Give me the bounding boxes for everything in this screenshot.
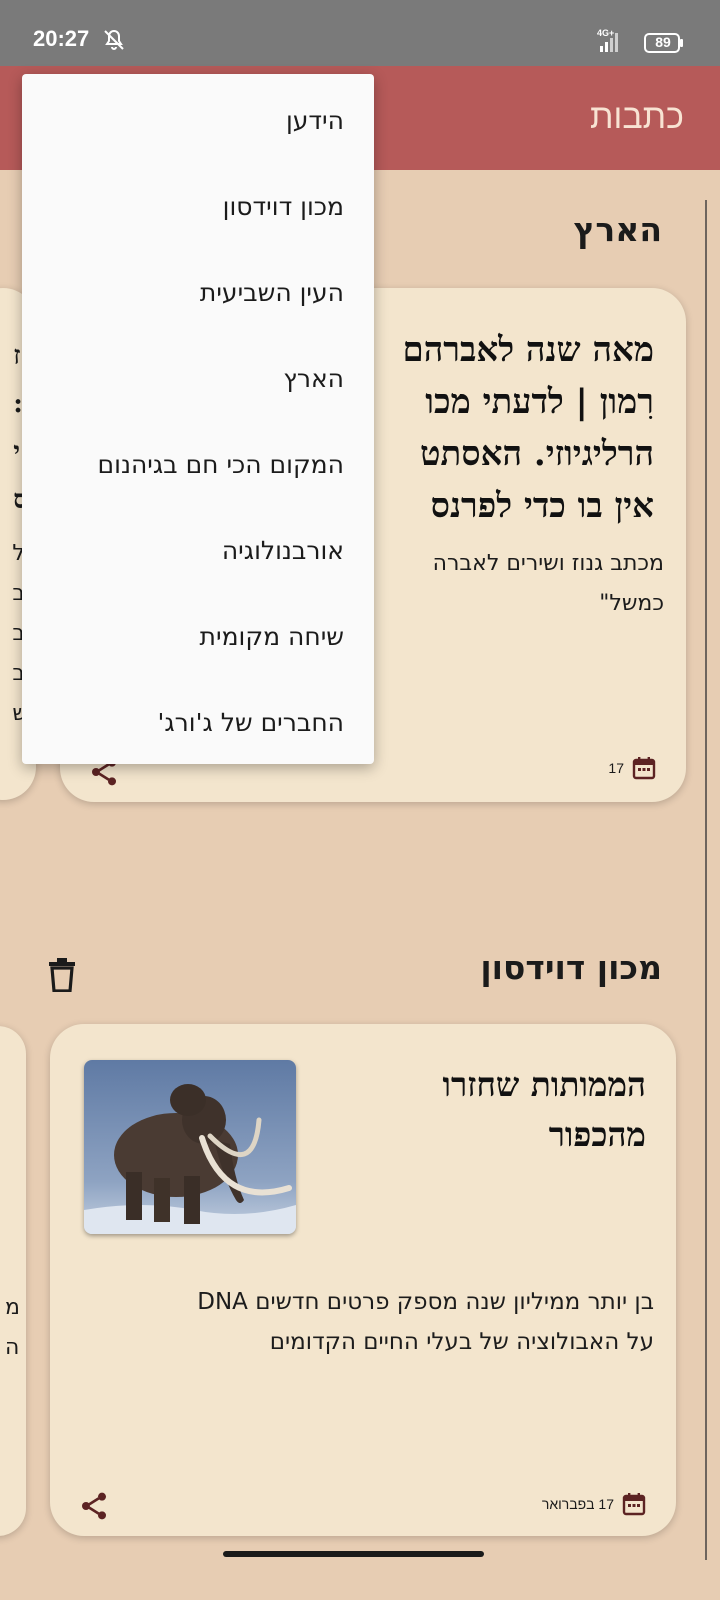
peek-card-left[interactable]: מ ה (0, 1026, 26, 1536)
article-image[interactable] (84, 1060, 296, 1234)
date-text: 17 בפברואר (541, 1496, 614, 1512)
article-date: 17 (608, 756, 656, 780)
sources-dropdown-menu: הידען מכון דוידסון העין השביעית הארץ המק… (22, 74, 374, 764)
summary-line: בן יותר ממיליון שנה מספק פרטים חדשים DNA (197, 1289, 654, 1315)
headline-line: הממותות שחזרו (442, 1065, 646, 1104)
section-title: מכון דוידסון (480, 948, 662, 987)
headline-line: מאה שנה לאברהם (402, 330, 655, 370)
article-headline: מאה שנה לאברהם רִמון | לדעתי מכו הרליגיו… (403, 324, 655, 532)
headline-line: אין בו כדי לפרנס (430, 486, 654, 526)
menu-item[interactable]: שיחה מקומית (22, 594, 374, 680)
menu-item[interactable]: הארץ (22, 336, 374, 422)
bell-off-icon (104, 29, 124, 50)
menu-item[interactable]: המקום הכי חם בגיהנום (22, 422, 374, 508)
menu-item[interactable]: אורבנולוגיה (22, 508, 374, 594)
peek-char: ה (5, 1335, 20, 1360)
peek-char: מ (5, 1295, 20, 1320)
date-text: 17 (608, 760, 624, 776)
trash-icon[interactable] (48, 958, 76, 992)
share-icon[interactable] (78, 1490, 110, 1522)
menu-item[interactable]: מכון דוידסון (22, 164, 374, 250)
home-indicator[interactable] (223, 1551, 484, 1557)
menu-item[interactable]: החברים של ג'ורג' (22, 680, 374, 766)
menu-item[interactable]: העין השביעית (22, 250, 374, 336)
summary-line: על האבולוציה של בעלי החיים הקדומים (269, 1329, 654, 1355)
battery-level: 89 (655, 34, 671, 50)
scrollbar-track (705, 200, 707, 1560)
mammoth-image (84, 1060, 296, 1234)
headline-line: רִמון | לדעתי מכו (425, 382, 654, 422)
summary-line: כמשל" (599, 591, 664, 616)
article-date: 17 בפברואר (542, 1492, 646, 1516)
section-title: הארץ (573, 210, 662, 249)
summary-line: מכתב גנוז ושירים לאברה (432, 551, 664, 576)
app-title: כתבות (590, 98, 684, 136)
status-bar: 20:27 4G+ 89 (0, 0, 720, 66)
headline-line: מהכפור (548, 1115, 646, 1154)
article-summary: מכתב גנוז ושירים לאברה כמשל" (433, 544, 664, 624)
status-time: 20:27 (33, 26, 90, 51)
signal-icon (600, 33, 618, 52)
calendar-icon (632, 757, 656, 780)
headline-line: הרליגיוזי. האסתט (420, 434, 654, 474)
menu-item[interactable]: הידען (22, 78, 374, 164)
calendar-icon (622, 1493, 646, 1516)
article-card[interactable]: הממותות שחזרו מהכפור בן יותר ממיליון שנה… (50, 1024, 676, 1536)
article-headline: הממותות שחזרו מהכפור (443, 1060, 646, 1160)
article-summary: בן יותר ממיליון שנה מספק פרטים חדשים DNA… (197, 1282, 654, 1362)
